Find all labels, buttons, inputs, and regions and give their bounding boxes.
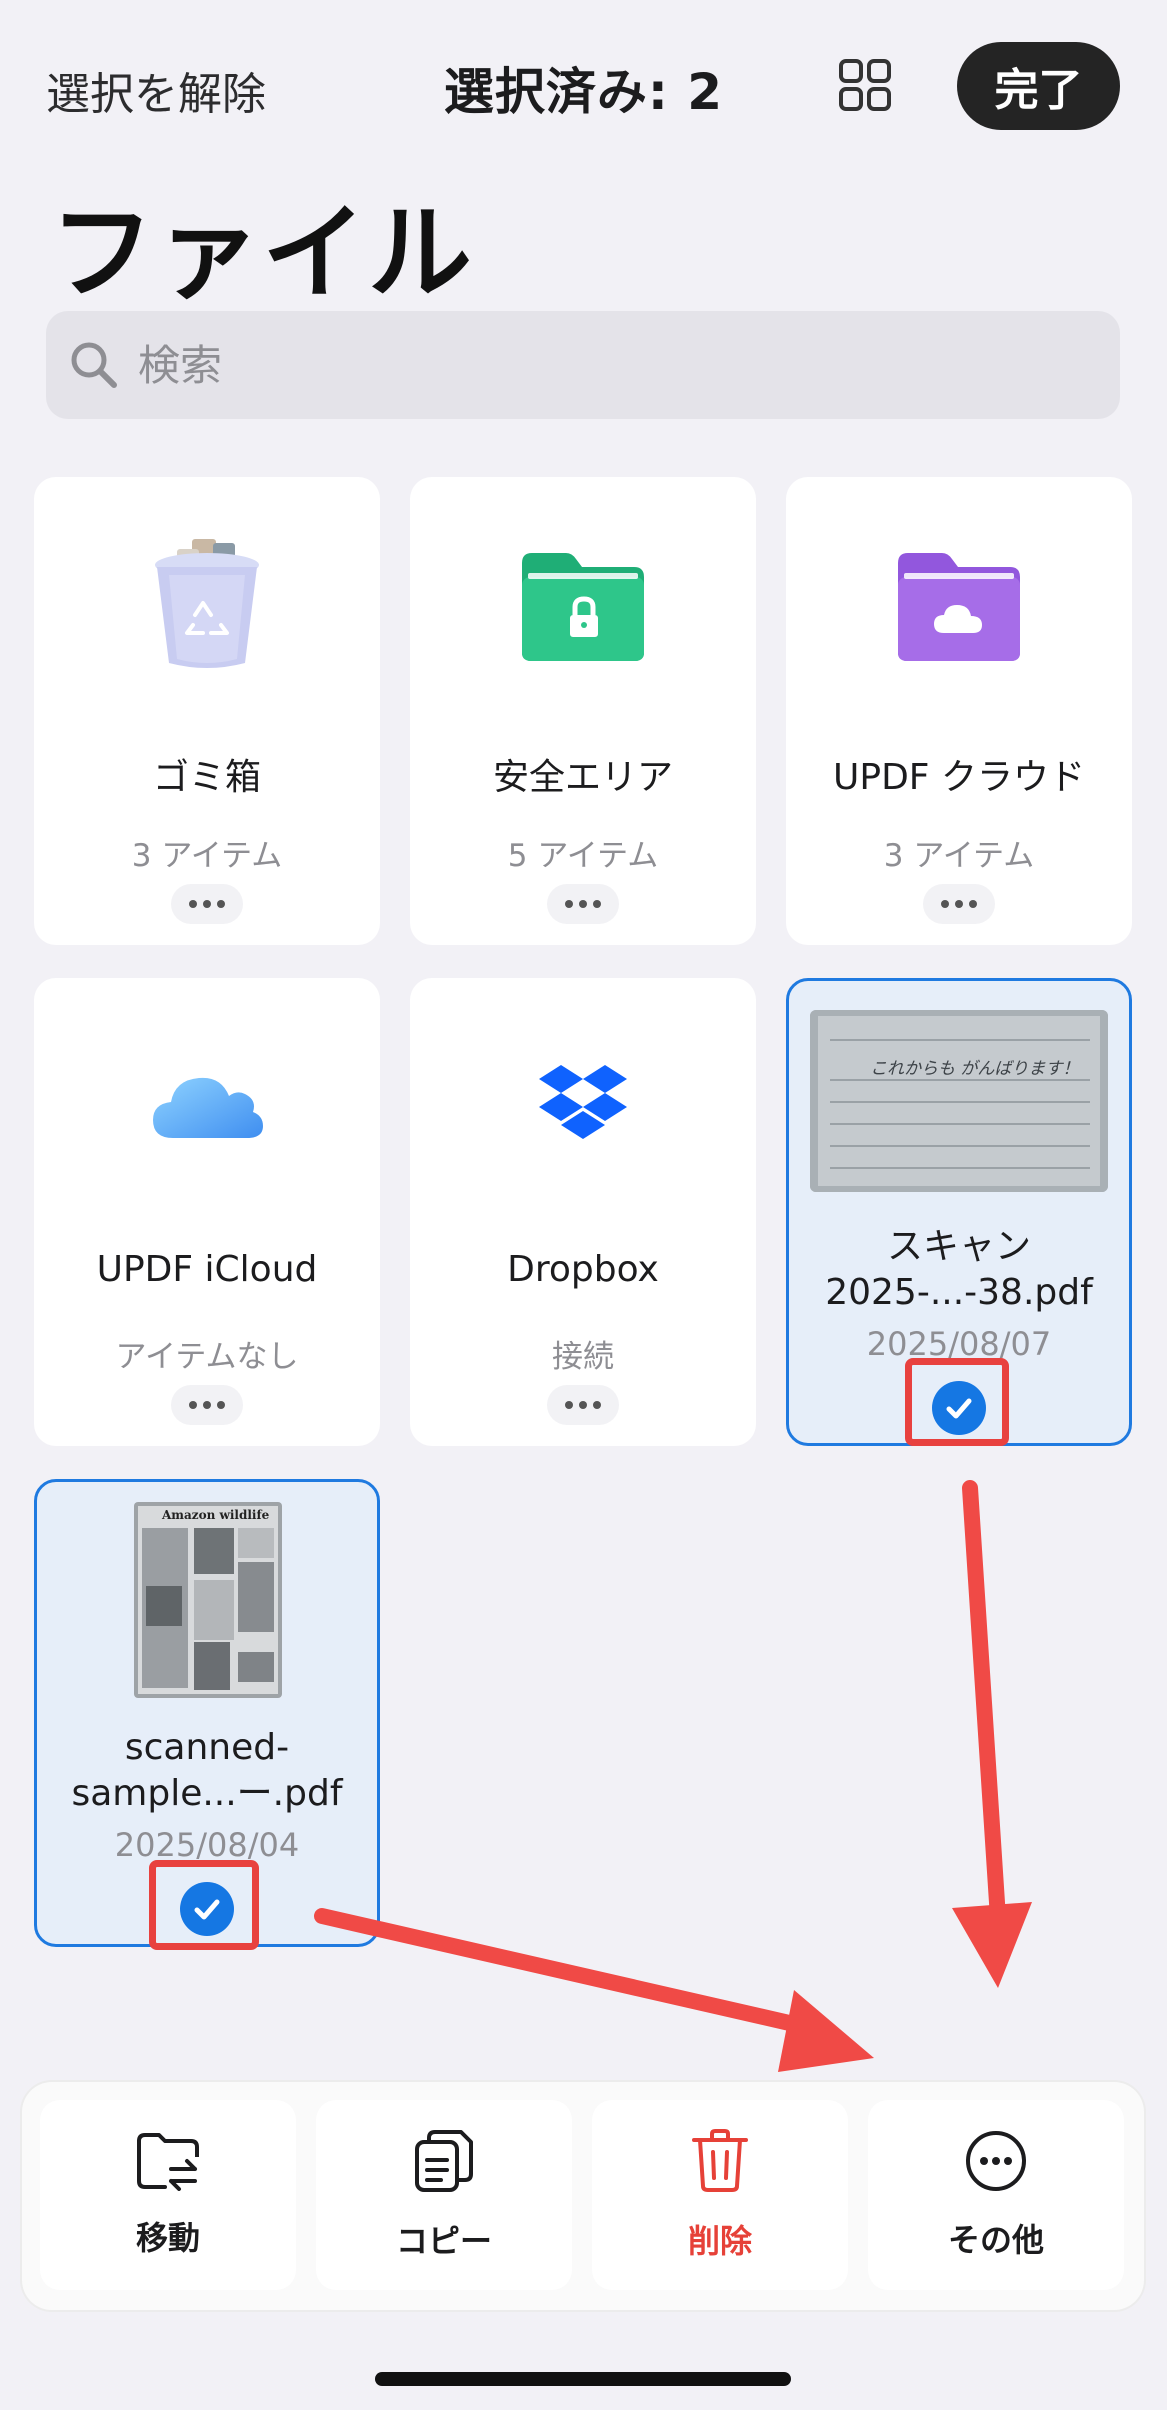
more-options-button[interactable] [171,1385,243,1425]
trash-icon [692,2129,748,2192]
folder-item-count: 3 アイテム [131,838,283,874]
copy-document-icon [415,2130,473,2192]
folder-card-updf-cloud[interactable]: UPDF クラウド 3 アイテム [786,477,1132,945]
delete-button[interactable]: 削除 [592,2100,848,2290]
folder-item-count: 3 アイテム [883,838,1035,874]
folder-card-dropbox[interactable]: Dropbox 接続 [410,978,756,1446]
folder-connection-status: 接続 [552,1339,614,1375]
file-name-line2: sample...ー.pdf [71,1773,343,1814]
file-thumbnail: Amazon wildlife [134,1502,282,1698]
dropbox-icon [413,1031,753,1181]
page-title: ファイル [50,192,475,314]
secure-folder-icon [413,530,753,680]
thumbnail-handwriting: これからも がんばります！ [870,1059,1080,1079]
file-name-line1: スキャン [886,1226,1031,1267]
trash-icon [37,530,377,680]
file-name-line1: scanned- [124,1727,290,1768]
cloud-folder-icon [789,530,1129,680]
folder-card-trash[interactable]: ゴミ箱 3 アイテム [34,477,380,945]
move-button[interactable]: 移動 [40,2100,296,2290]
move-label: 移動 [135,2219,200,2257]
more-options-button[interactable] [547,1385,619,1425]
more-ellipsis-icon [966,2131,1026,2191]
annotation-highlight-box [905,1358,1009,1446]
more-button[interactable]: その他 [868,2100,1124,2290]
file-date: 2025/08/04 [114,1826,300,1864]
folder-name: UPDF クラウド [833,757,1085,798]
folder-name: ゴミ箱 [152,757,261,798]
annotation-highlight-box [149,1860,259,1950]
more-options-button[interactable] [923,884,995,924]
delete-label: 削除 [687,2222,752,2260]
grid-view-icon[interactable] [838,58,892,112]
folder-item-count: 5 アイテム [507,838,659,874]
search-bar[interactable] [46,311,1120,419]
folder-card-secure-area[interactable]: 安全エリア 5 アイテム [410,477,756,945]
copy-button[interactable]: コピー [316,2100,572,2290]
more-options-button[interactable] [547,884,619,924]
done-button[interactable]: 完了 [957,42,1120,130]
search-icon [71,342,117,388]
move-folder-icon [137,2133,199,2191]
thumbnail-title: Amazon wildlife [162,1508,270,1522]
more-label: その他 [947,2221,1044,2259]
folder-name: Dropbox [507,1249,659,1290]
folder-item-count: アイテムなし [115,1339,299,1375]
file-thumbnail: これからも がんばります！ [810,1010,1108,1192]
search-input[interactable] [138,340,1038,390]
folder-name: 安全エリア [492,757,673,798]
selection-toolbar: 移動 コピー 削除 その他 [22,2082,1144,2310]
folder-name: UPDF iCloud [96,1249,318,1290]
file-name-line2: 2025-...-38.pdf [825,1272,1093,1313]
home-indicator [375,2372,791,2386]
navigation-bar: 選択を解除 選択済み: 2 完了 [0,0,1167,170]
copy-label: コピー [395,2222,492,2260]
folder-card-updf-icloud[interactable]: UPDF iCloud アイテムなし [34,978,380,1446]
more-options-button[interactable] [171,884,243,924]
icloud-icon [37,1031,377,1181]
